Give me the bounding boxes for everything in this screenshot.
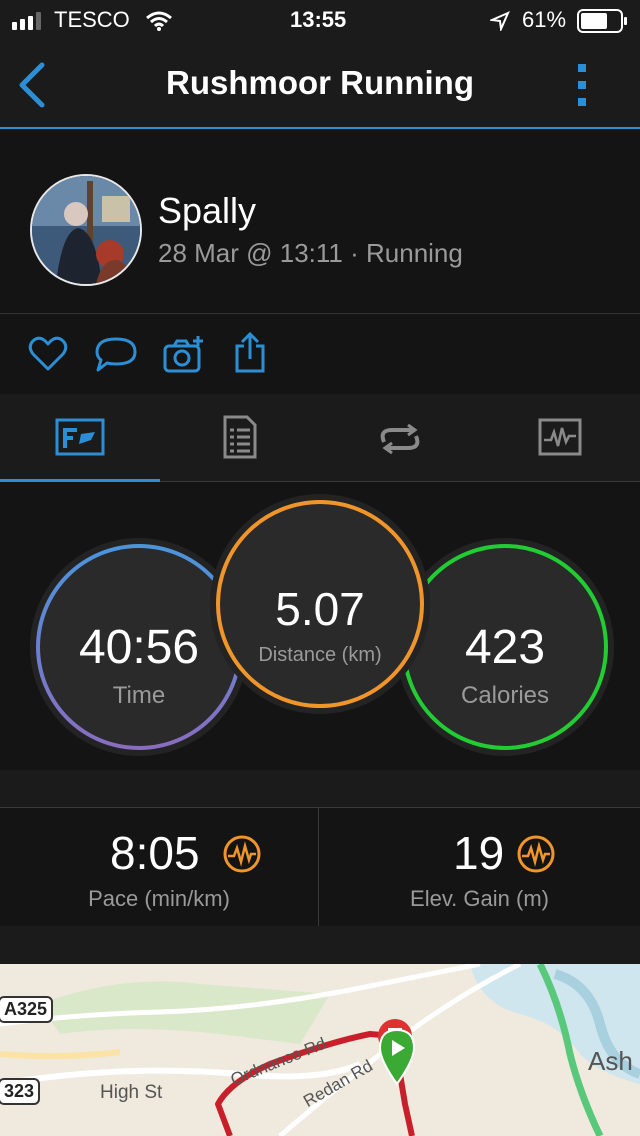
calories-label: Calories — [460, 682, 550, 709]
activity-subtitle: 28 Mar @ 13:11 · Running — [158, 238, 463, 268]
calories-value: 423 — [464, 621, 546, 674]
elevation-activity-icon[interactable] — [516, 834, 556, 874]
signal-icon — [12, 12, 41, 30]
charts-tab-icon[interactable] — [538, 418, 582, 456]
share-icon[interactable] — [234, 332, 266, 374]
map-label-high-st: High St — [100, 1082, 163, 1103]
details-tab-icon[interactable] — [222, 414, 258, 460]
add-photo-icon[interactable] — [162, 334, 206, 374]
avatar[interactable] — [30, 174, 142, 286]
map-label-ash: Ash — [588, 1046, 633, 1076]
distance-ring: 5.07 Distance (km) — [216, 500, 424, 708]
elev-label: Elev. Gain (m) — [410, 886, 549, 911]
time-value: 40:56 — [78, 621, 200, 674]
heart-icon[interactable] — [28, 336, 68, 372]
status-bar: TESCO 13:55 61% — [0, 0, 640, 42]
carrier-label: TESCO — [54, 7, 130, 32]
time-ring: 40:56 Time — [36, 544, 242, 750]
page-title: Rushmoor Running — [166, 64, 474, 101]
route-map[interactable]: A325 323 High St Ordnance Rd Redan Rd As… — [0, 964, 640, 1136]
spacer — [0, 770, 640, 808]
elevation-metric[interactable]: 19 Elev. Gain (m) — [319, 808, 640, 926]
clock: 13:55 — [290, 7, 347, 32]
location-arrow-icon — [490, 11, 510, 31]
laps-tab-icon[interactable] — [376, 422, 424, 456]
distance-label: Distance (km) — [258, 644, 382, 666]
pace-value: 8:05 — [110, 827, 200, 879]
time-label: Time — [112, 682, 166, 709]
pace-metric[interactable]: 8:05 Pace (min/km) — [0, 808, 318, 926]
comment-icon[interactable] — [94, 336, 138, 374]
road-badge-a325: A325 — [0, 996, 54, 1023]
wifi-icon — [146, 11, 172, 31]
stats-tab-icon[interactable] — [55, 418, 105, 456]
pace-label: Pace (min/km) — [88, 886, 230, 911]
pace-activity-icon[interactable] — [222, 834, 262, 874]
distance-value: 5.07 — [275, 583, 365, 635]
calories-ring: 423 Calories — [402, 544, 608, 750]
spacer — [0, 926, 640, 964]
elev-value: 19 — [453, 827, 505, 879]
more-options-icon[interactable] — [576, 64, 590, 108]
road-badge-323: 323 — [0, 1078, 41, 1105]
battery-percent: 61% — [522, 7, 567, 32]
battery-icon — [577, 9, 627, 33]
user-name[interactable]: Spally — [158, 190, 256, 232]
